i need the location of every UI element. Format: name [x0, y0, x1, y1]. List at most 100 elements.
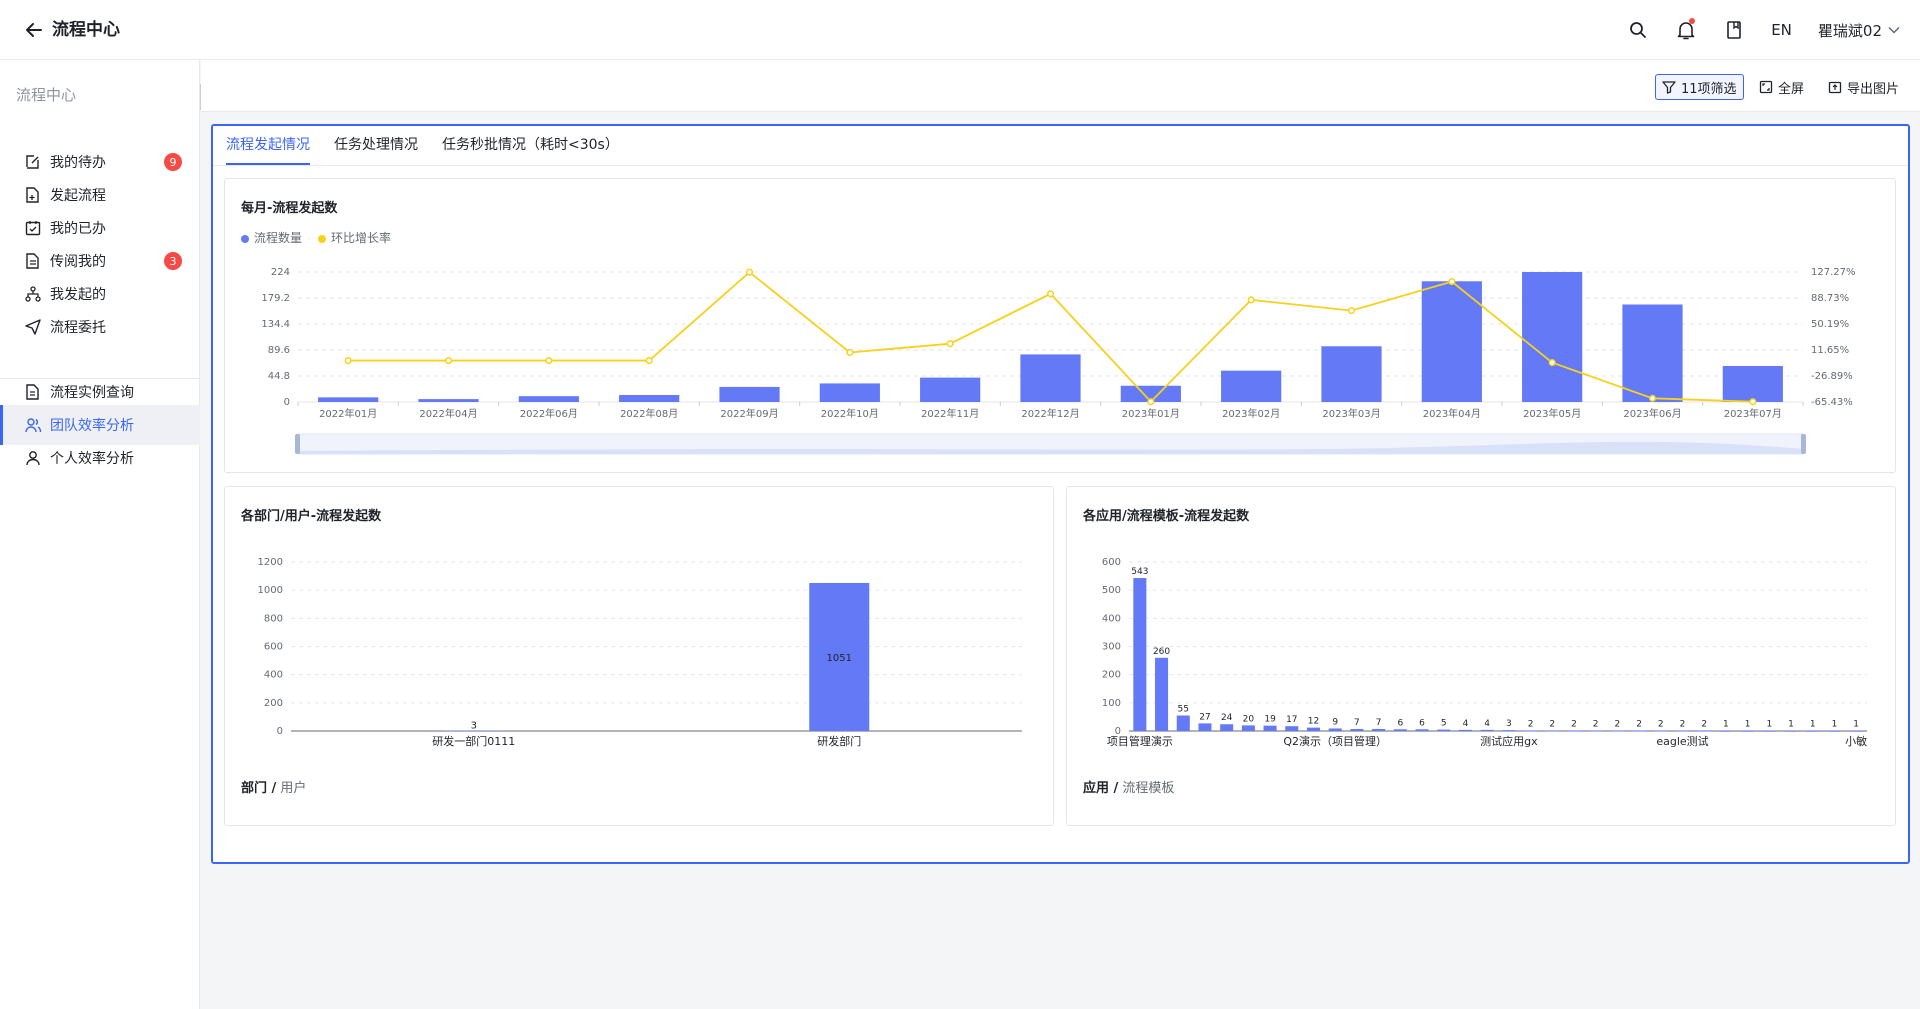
language-switch[interactable]: EN — [1771, 21, 1792, 39]
bar — [1198, 723, 1212, 731]
data-label: 2 — [1571, 719, 1577, 729]
sidebar-item[interactable]: 个人效率分析 — [0, 438, 200, 478]
flow-icon — [24, 285, 42, 303]
data-label: 1051 — [827, 653, 852, 664]
tab-task-handling[interactable]: 任务处理情况 — [334, 133, 418, 165]
sidebar-item-label: 个人效率分析 — [50, 451, 134, 467]
bar — [1321, 346, 1382, 402]
data-label: 20 — [1243, 714, 1255, 724]
y-tick: 200 — [264, 698, 283, 709]
line-point — [1648, 394, 1657, 402]
sidebar-item-label: 我发起的 — [50, 287, 106, 303]
send-icon — [24, 318, 42, 336]
search-icon[interactable] — [1627, 19, 1649, 41]
data-label: 1 — [1853, 720, 1859, 730]
sidebar-item[interactable]: 流程委托 — [0, 307, 200, 347]
tab-bar: 流程发起情况 任务处理情况 任务秒批情况（耗时<30s） — [226, 133, 619, 165]
department-bar-chart: 0 200 400 600 800 1000 1200 3 研发一部门0111 1051 研发部门 — [258, 557, 1022, 748]
y-tick: 600 — [264, 642, 283, 653]
x-tick-label: eagle测试 — [1656, 735, 1708, 748]
line-point — [745, 268, 754, 276]
sidebar-item-label: 我的已办 — [50, 221, 106, 237]
tab-process-start[interactable]: 流程发起情况 — [226, 133, 310, 165]
line-point — [1147, 398, 1155, 406]
data-label: 1 — [1832, 720, 1838, 730]
count-badge: 3 — [164, 252, 182, 270]
line-point — [1347, 307, 1356, 315]
bar — [1654, 730, 1668, 732]
zoom-handle-left — [295, 434, 300, 454]
sidebar-item-label: 流程委托 — [50, 320, 106, 336]
x-tick-label: 2022年04月 — [419, 407, 477, 420]
bar — [1622, 304, 1683, 402]
doc-add-icon — [24, 186, 42, 204]
sidebar-item-label: 流程实例查询 — [50, 385, 134, 401]
bell-icon[interactable] — [1675, 18, 1697, 41]
application-chart-card: 各应用/流程模板-流程发起数 0 100 200 300 400 500 600 543 260… — [1066, 486, 1896, 826]
bar — [518, 396, 579, 402]
edit-icon — [24, 153, 42, 171]
sidebar-item-label: 发起流程 — [50, 188, 106, 204]
x-tick-label: 2022年06月 — [520, 407, 578, 420]
bar — [619, 395, 680, 402]
bar — [1415, 729, 1429, 731]
filter-label: 11项筛选 — [1681, 81, 1737, 97]
bar — [1849, 730, 1863, 732]
monthly-combo-chart: 0 44.8 89.6 134.4 179.2 224 -65.43% -26.89% 11.6… — [261, 267, 1856, 455]
doc-search-icon — [24, 383, 42, 401]
app-title: 流程中心 — [52, 20, 120, 40]
bar — [1827, 730, 1841, 732]
y-tick: 400 — [264, 670, 283, 681]
bar — [1285, 726, 1299, 731]
bar — [1133, 578, 1147, 731]
data-label: 2 — [1658, 719, 1664, 729]
user-menu[interactable]: 瞿瑞斌02 — [1818, 20, 1900, 41]
bar — [1632, 730, 1646, 732]
fullscreen-icon — [1759, 80, 1773, 94]
y-tick: 100 — [1102, 698, 1121, 709]
y-tick: 1200 — [258, 557, 283, 568]
filter-button[interactable]: 11项筛选 — [1655, 74, 1744, 100]
book-icon[interactable] — [1723, 19, 1745, 41]
bar — [418, 399, 479, 402]
y-tick: 200 — [1102, 670, 1121, 681]
bar — [1328, 728, 1342, 731]
bar — [1220, 724, 1234, 731]
y-tick-left: 0 — [284, 397, 290, 408]
tab-instant-approval[interactable]: 任务秒批情况（耗时<30s） — [442, 133, 619, 165]
y-tick-right: -65.43% — [1811, 397, 1853, 408]
x-tick-label: 研发一部门0111 — [432, 734, 515, 748]
bar — [1393, 729, 1407, 731]
data-label: 5 — [1441, 719, 1447, 729]
data-label: 1 — [1788, 720, 1794, 730]
bar — [1176, 715, 1190, 731]
data-label: 1 — [1766, 720, 1772, 730]
calendar-check-icon — [24, 219, 42, 237]
y-tick: 500 — [1102, 585, 1121, 596]
bar — [1697, 730, 1711, 732]
y-tick-right: -26.89% — [1811, 371, 1853, 382]
y-tick-right: 11.65% — [1811, 345, 1849, 356]
line-point — [545, 357, 553, 365]
bar — [1545, 730, 1559, 732]
export-label: 导出图片 — [1847, 81, 1900, 97]
x-tick-label: 测试应用gx — [1480, 734, 1538, 748]
filter-icon — [1662, 81, 1676, 94]
x-tick-label: 2022年01月 — [319, 407, 377, 420]
bar — [1020, 354, 1081, 402]
x-tick-label: 2022年09月 — [720, 407, 778, 420]
data-label: 9 — [1332, 717, 1338, 727]
y-tick: 400 — [1102, 613, 1121, 624]
bar — [1221, 370, 1282, 402]
line-point — [344, 357, 352, 365]
fullscreen-button[interactable]: 全屏 — [1753, 74, 1810, 100]
y-tick-left: 44.8 — [268, 371, 290, 382]
back-arrow-icon[interactable] — [22, 18, 46, 42]
export-image-button[interactable]: 导出图片 — [1822, 74, 1905, 100]
data-label: 3 — [471, 721, 477, 732]
line-point — [846, 348, 854, 357]
line-point — [946, 340, 954, 348]
export-icon — [1828, 81, 1842, 94]
line-point — [1448, 278, 1456, 286]
bar — [719, 386, 780, 402]
